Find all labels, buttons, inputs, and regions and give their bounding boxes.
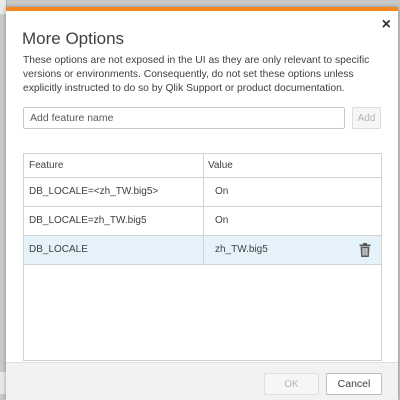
column-header-value: Value	[208, 160, 233, 171]
dialog-description: These options are not exposed in the UI …	[23, 55, 370, 94]
table-row[interactable]: DB_LOCALE=<zh_TW.big5> On	[24, 178, 381, 207]
value-cell: zh_TW.big5	[215, 244, 268, 255]
dialog-title: More Options	[22, 29, 125, 48]
feature-name-input[interactable]	[23, 107, 345, 129]
column-divider	[203, 154, 204, 177]
column-divider	[203, 178, 204, 206]
value-cell: On	[215, 186, 229, 197]
column-divider	[203, 207, 204, 235]
feature-cell: DB_LOCALE=zh_TW.big5	[29, 215, 147, 226]
column-divider	[203, 236, 204, 264]
add-button[interactable]: Add	[352, 107, 381, 129]
feature-cell: DB_LOCALE	[29, 244, 88, 255]
ok-button[interactable]: OK	[264, 373, 319, 395]
features-table: Feature Value DB_LOCALE=<zh_TW.big5> On …	[23, 153, 382, 361]
table-header: Feature Value	[24, 154, 381, 178]
feature-cell: DB_LOCALE=<zh_TW.big5>	[29, 186, 159, 197]
dialog-accent-bar	[6, 7, 398, 11]
cancel-button[interactable]: Cancel	[326, 373, 382, 395]
table-row-selected[interactable]: DB_LOCALE zh_TW.big5	[24, 236, 381, 265]
close-icon[interactable]: ×	[382, 17, 391, 33]
table-row[interactable]: DB_LOCALE=zh_TW.big5 On	[24, 207, 381, 236]
trash-icon[interactable]	[359, 243, 371, 257]
column-header-feature: Feature	[29, 160, 64, 171]
value-cell: On	[215, 215, 229, 226]
more-options-dialog: More Options × These options are not exp…	[6, 7, 398, 400]
dialog-footer: OK Cancel	[6, 362, 398, 400]
